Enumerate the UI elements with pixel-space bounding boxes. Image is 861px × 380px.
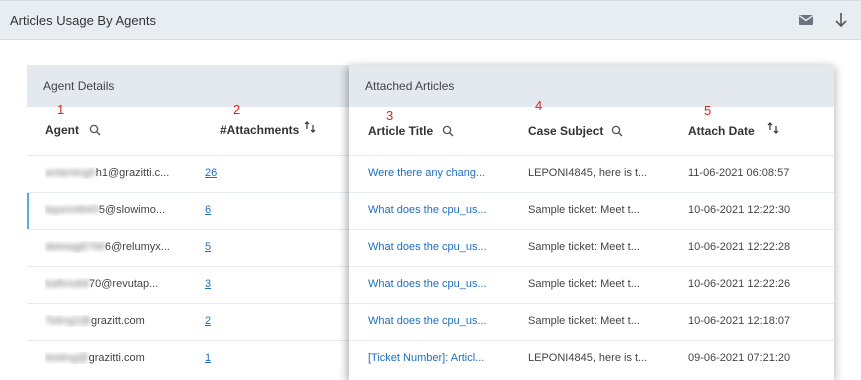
attachments-count-link[interactable]: 6 <box>205 204 211 216</box>
article-title-link[interactable]: What does the cpu_us... <box>368 278 487 290</box>
search-icon[interactable] <box>611 125 623 137</box>
article-title-link[interactable]: What does the cpu_us... <box>368 241 487 253</box>
agent-row[interactable]: leponi48455@slowimo... 6 <box>27 192 360 230</box>
agent-email-hidden: Tsting2@ <box>45 315 92 327</box>
search-icon[interactable] <box>89 124 101 136</box>
attach-date: 10-06-2021 12:18:07 <box>688 315 791 327</box>
agent-email: leponi48455@slowimo... <box>45 204 165 216</box>
selected-row-indicator <box>27 193 29 230</box>
article-row[interactable]: What does the cpu_us... Sample ticket: M… <box>349 229 834 266</box>
agent-email-hidden: avtarsingh <box>45 167 96 179</box>
sort-icon[interactable] <box>303 119 317 135</box>
article-title-link[interactable]: What does the cpu_us... <box>368 204 487 216</box>
article-title-column-label: Article Title <box>368 124 434 138</box>
agent-column-header[interactable]: Agent <box>45 123 165 143</box>
agent-email-visible: grazitti.com <box>88 352 145 364</box>
attach-date-column-header[interactable]: Attach Date <box>688 122 818 144</box>
agent-details-title: Agent Details <box>27 65 360 107</box>
agent-column-label: Agent <box>45 123 79 137</box>
agent-email-visible: 70@revutap... <box>89 278 159 290</box>
agent-email: bafimobil70@revutap... <box>45 278 158 290</box>
case-subject-column-header[interactable]: Case Subject <box>528 124 668 144</box>
attach-date-column-label: Attach Date <box>688 124 755 138</box>
attachments-count-link[interactable]: 5 <box>205 241 211 253</box>
article-row[interactable]: What does the cpu_us... Sample ticket: M… <box>349 266 834 303</box>
agent-row[interactable]: bafimobil70@revutap... 3 <box>27 266 360 303</box>
agent-row[interactable]: Tsting2@grazitt.com 2 <box>27 303 360 340</box>
article-title-column-header[interactable]: Article Title <box>368 124 508 144</box>
attachments-count-link[interactable]: 2 <box>205 315 211 327</box>
report-title: Articles Usage By Agents <box>10 13 156 28</box>
agent-email-visible: h1@grazitti.c... <box>95 167 170 179</box>
case-subject: Sample ticket: Meet t... <box>528 278 640 290</box>
agent-email-visible: grazitt.com <box>91 315 145 327</box>
article-row[interactable]: [Ticket Number]: Articl... LEPONI4845, h… <box>349 340 834 377</box>
agent-row[interactable]: deloiag87666@relumyx... 5 <box>27 229 360 266</box>
agent-email: avtarsinghh1@grazitti.c... <box>45 167 169 179</box>
case-subject: Sample ticket: Meet t... <box>528 241 640 253</box>
attach-date: 10-06-2021 12:22:26 <box>688 278 791 290</box>
article-title-link[interactable]: Were there any chang... <box>368 167 485 179</box>
attach-date: 11-06-2021 06:08:57 <box>688 167 790 179</box>
case-subject: Sample ticket: Meet t... <box>528 315 640 327</box>
agent-email: testing@grazitti.com <box>45 352 145 364</box>
marker-3: 3 <box>386 108 394 123</box>
attach-date: 09-06-2021 07:21:20 <box>688 352 791 364</box>
marker-5: 5 <box>704 103 712 118</box>
case-subject: Sample ticket: Meet t... <box>528 204 640 216</box>
case-subject: LEPONI4845, here is t... <box>528 352 648 364</box>
case-subject-column-label: Case Subject <box>528 124 604 138</box>
agent-email-visible: 6@relumyx... <box>104 241 170 253</box>
agent-email-visible: 5@slowimo... <box>98 204 166 216</box>
article-row[interactable]: What does the cpu_us... Sample ticket: M… <box>349 303 834 340</box>
agent-email-hidden: leponi4845 <box>45 204 99 216</box>
attachments-count-link[interactable]: 3 <box>205 278 211 290</box>
article-title-link[interactable]: [Ticket Number]: Articl... <box>368 352 484 364</box>
attachments-column-header[interactable]: #Attachments <box>220 121 350 143</box>
search-icon[interactable] <box>442 125 454 137</box>
agent-email-hidden: testing@ <box>45 352 89 364</box>
marker-1: 1 <box>57 102 65 117</box>
agent-email: Tsting2@grazitt.com <box>45 315 145 327</box>
report-header: Articles Usage By Agents <box>0 0 861 40</box>
agent-details-panel: Agent Details 1 2 Agent #Attachments avt… <box>27 65 360 380</box>
attachments-count-link[interactable]: 26 <box>205 167 217 179</box>
attachments-column-label: #Attachments <box>220 123 300 137</box>
mail-icon[interactable] <box>795 9 817 31</box>
case-subject: LEPONI4845, here is t... <box>528 167 648 179</box>
agent-row[interactable]: testing@grazitti.com 1 <box>27 340 360 377</box>
marker-2: 2 <box>233 102 241 117</box>
agent-email: deloiag87666@relumyx... <box>45 241 170 253</box>
agent-row[interactable]: avtarsinghh1@grazitti.c... 26 <box>27 155 360 192</box>
article-row[interactable]: Were there any chang... LEPONI4845, here… <box>349 155 834 192</box>
attach-date: 10-06-2021 12:22:30 <box>688 204 791 216</box>
article-title-link[interactable]: What does the cpu_us... <box>368 315 487 327</box>
marker-4: 4 <box>535 98 543 113</box>
agent-email-hidden: deloiag8766 <box>45 241 105 253</box>
attached-articles-panel: Attached Articles 3 4 5 Article Title Ca… <box>349 65 834 380</box>
article-row[interactable]: What does the cpu_us... Sample ticket: M… <box>349 192 834 229</box>
attachments-count-link[interactable]: 1 <box>205 352 211 364</box>
agent-email-hidden: bafimobil <box>45 278 90 290</box>
download-arrow-icon[interactable] <box>830 9 852 31</box>
attach-date: 10-06-2021 12:22:28 <box>688 241 791 253</box>
sort-icon[interactable] <box>766 120 780 136</box>
attached-articles-title: Attached Articles <box>349 65 834 107</box>
